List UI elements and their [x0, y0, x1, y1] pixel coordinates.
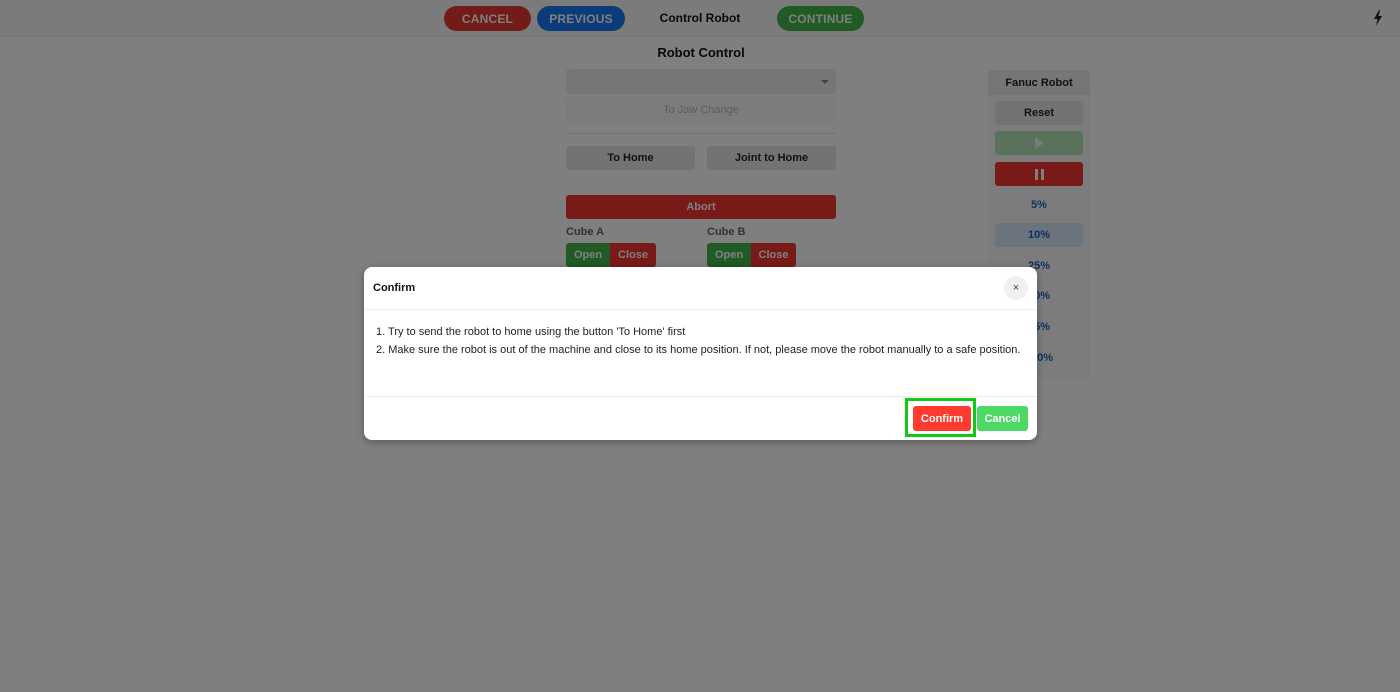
dialog-cancel-button[interactable]: Cancel [977, 406, 1028, 431]
confirm-button[interactable]: Confirm [913, 406, 971, 431]
instruction-line: 2. Make sure the robot is out of the mac… [376, 344, 1021, 356]
dialog-body: 1. Try to send the robot to home using t… [364, 310, 1037, 397]
dialog-footer: Confirm Cancel [364, 397, 1037, 439]
dialog-header: Confirm × [364, 267, 1037, 310]
dialog-title: Confirm [373, 282, 416, 294]
close-icon[interactable]: × [1004, 276, 1028, 300]
confirm-dialog: Confirm × 1. Try to send the robot to ho… [364, 267, 1037, 440]
instruction-line: 1. Try to send the robot to home using t… [376, 326, 686, 338]
